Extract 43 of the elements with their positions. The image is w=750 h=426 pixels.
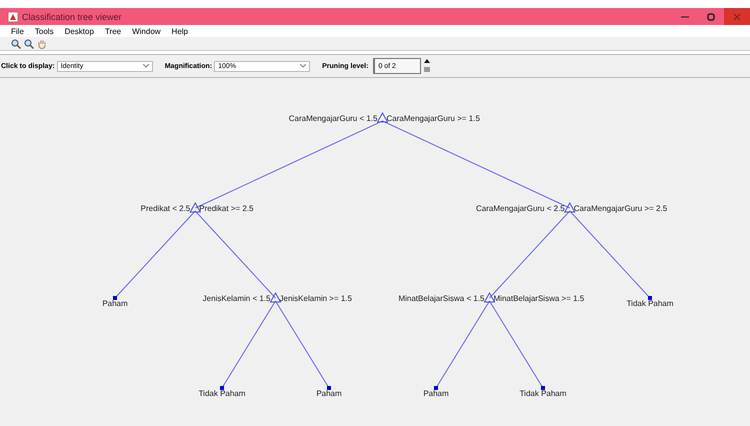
leaf-node-marker[interactable] (434, 386, 438, 390)
split-node-icon[interactable] (270, 292, 282, 302)
split-node-icon[interactable] (189, 202, 202, 212)
split-condition: CaraMengajarGuru < 1.5 (288, 114, 378, 123)
leaf-node-marker[interactable] (541, 386, 545, 390)
leaf-label: Tidak Paham (626, 299, 674, 308)
split-condition: CaraMengajarGuru >= 1.5 (386, 114, 480, 123)
split-condition: CaraMengajarGuru >= 2.5 (574, 204, 668, 213)
menu-item[interactable]: Desktop (64, 26, 94, 36)
window-title: Classification tree viewer (22, 12, 123, 22)
leaf-node-marker[interactable] (648, 296, 652, 300)
leaf-node-marker[interactable] (113, 296, 117, 300)
zoom-out-icon[interactable] (24, 38, 34, 48)
split-node-icon[interactable] (376, 112, 388, 122)
chevron-down-icon (142, 64, 149, 68)
split-node-icon[interactable] (484, 292, 496, 302)
app-icon (8, 12, 18, 22)
leaf-label: Tidak Paham (520, 389, 566, 398)
split-condition: CaraMengajarGuru < 2.5 (476, 204, 565, 213)
menu-item[interactable]: Tree (104, 26, 122, 36)
split-node-icon[interactable] (564, 202, 576, 212)
hand-icon[interactable] (37, 38, 47, 48)
leaf-label: Paham (316, 389, 342, 398)
split-condition: Predikat < 2.5 (140, 204, 190, 213)
menu-item[interactable]: File (11, 26, 24, 36)
zoom-in-icon[interactable] (11, 38, 21, 48)
menu-item[interactable]: Window (132, 26, 161, 36)
menu-item[interactable]: Tools (34, 26, 54, 36)
spinner-icon[interactable] (423, 58, 432, 74)
split-condition: JenisKelamin >= 1.5 (280, 294, 352, 303)
leaf-label: Tidak Paham (198, 389, 246, 398)
split-condition: JenisKelamin < 1.5 (202, 294, 270, 303)
close-icon (733, 12, 741, 20)
split-condition: MinatBelajarSiswa < 1.5 (398, 294, 484, 303)
split-condition: MinatBelajarSiswa >= 1.5 (494, 294, 584, 303)
leaf-label: Paham (102, 299, 128, 308)
leaf-label: Paham (423, 389, 449, 398)
leaf-node-marker[interactable] (327, 386, 331, 390)
menu-item[interactable]: Help (172, 26, 188, 36)
split-condition: Predikat >= 2.5 (199, 204, 254, 213)
chevron-down-icon (300, 64, 306, 68)
leaf-node-marker[interactable] (220, 386, 224, 390)
restore-icon (707, 12, 715, 20)
